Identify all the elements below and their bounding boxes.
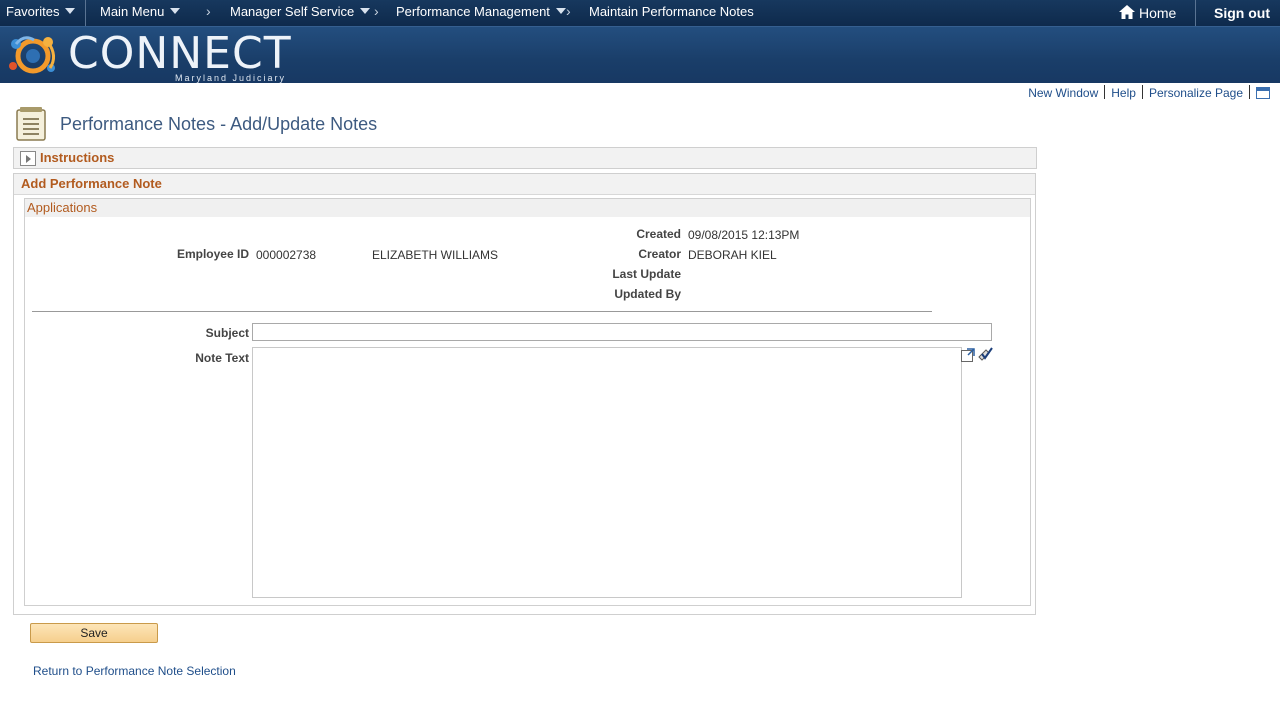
link-separator xyxy=(1141,85,1143,99)
creator-label: Creator xyxy=(638,247,681,261)
notepad-icon xyxy=(16,107,46,141)
help-link[interactable]: Help xyxy=(1111,86,1136,100)
new-window-link[interactable]: New Window xyxy=(1028,86,1098,100)
applications-label: Applications xyxy=(27,200,98,215)
group-title: Add Performance Note xyxy=(21,176,162,191)
subject-label: Subject xyxy=(205,326,249,340)
breadcrumb-chevron-icon: › xyxy=(206,3,211,19)
personalize-page-link[interactable]: Personalize Page xyxy=(1149,86,1243,100)
top-navigation-bar: Favorites Main Menu › Manager Self Servi… xyxy=(0,0,1280,26)
utility-links: New Window Help Personalize Page xyxy=(1028,85,1270,100)
updated-by-label: Updated By xyxy=(614,287,681,301)
add-performance-note-group: Add Performance Note Applications Employ… xyxy=(13,173,1036,615)
home-icon xyxy=(1119,5,1135,19)
connect-logo-icon xyxy=(9,36,55,74)
sign-out-link[interactable]: Sign out xyxy=(1214,5,1270,21)
breadcrumb-manager-self-service[interactable]: Manager Self Service xyxy=(230,4,371,19)
favorites-menu[interactable]: Favorites xyxy=(6,4,76,19)
creator-value: DEBORAH KIEL xyxy=(688,248,777,262)
brand-subtitle: Maryland Judiciary xyxy=(175,73,287,83)
brand-banner: CONNECT Maryland Judiciary xyxy=(0,26,1280,83)
applications-panel: Applications Employee ID 000002738 ELIZA… xyxy=(24,198,1031,606)
employee-id-value: 000002738 xyxy=(256,248,317,262)
breadcrumb-chevron-icon: › xyxy=(374,3,379,19)
main-menu[interactable]: Main Menu xyxy=(100,4,181,19)
brand-name: CONNECT xyxy=(68,28,292,79)
created-value: 09/08/2015 12:13PM xyxy=(688,228,800,242)
nav-separator xyxy=(1195,0,1196,26)
chevron-down-icon xyxy=(170,8,181,14)
expand-triangle-icon[interactable] xyxy=(20,151,36,166)
instructions-section[interactable]: Instructions xyxy=(13,147,1037,169)
instructions-label: Instructions xyxy=(40,150,115,165)
created-label: Created xyxy=(636,227,681,241)
breadcrumb-label: Manager Self Service xyxy=(230,4,355,19)
note-text-label: Note Text xyxy=(195,351,249,365)
last-update-label: Last Update xyxy=(612,267,681,281)
favorites-label: Favorites xyxy=(6,4,60,19)
breadcrumb-maintain-performance-notes[interactable]: Maintain Performance Notes xyxy=(589,4,754,19)
divider xyxy=(32,311,932,312)
chevron-down-icon xyxy=(360,8,371,14)
main-menu-label: Main Menu xyxy=(100,4,165,19)
return-to-selection-link[interactable]: Return to Performance Note Selection xyxy=(33,664,236,678)
home-link[interactable]: Home xyxy=(1119,5,1176,21)
link-separator xyxy=(1249,85,1250,99)
home-label: Home xyxy=(1139,5,1177,21)
group-header: Add Performance Note xyxy=(14,174,1035,195)
subject-input[interactable] xyxy=(252,323,992,341)
breadcrumb-chevron-icon: › xyxy=(566,3,571,19)
link-separator xyxy=(1104,85,1106,99)
page-title: Performance Notes - Add/Update Notes xyxy=(60,114,378,134)
breadcrumb-label: Performance Management xyxy=(396,4,550,19)
note-text-area[interactable] xyxy=(252,347,962,598)
save-button[interactable]: Save xyxy=(30,623,158,643)
breadcrumb-label: Maintain Performance Notes xyxy=(589,4,754,19)
chevron-down-icon xyxy=(65,8,76,14)
nav-separator xyxy=(85,0,86,26)
chevron-down-icon xyxy=(555,8,566,14)
breadcrumb-performance-management[interactable]: Performance Management xyxy=(396,4,566,19)
employee-id-label: Employee ID xyxy=(176,247,249,261)
expand-editor-icon[interactable] xyxy=(960,347,976,363)
spell-check-icon[interactable] xyxy=(977,346,993,362)
page-layout-icon[interactable] xyxy=(1256,87,1270,99)
employee-name-value: ELIZABETH WILLIAMS xyxy=(372,248,499,262)
applications-header: Applications xyxy=(25,199,1030,217)
